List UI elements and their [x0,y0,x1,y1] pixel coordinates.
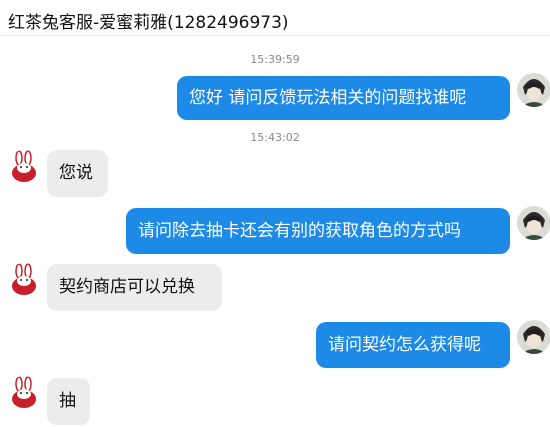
bunny-avatar[interactable] [7,376,41,410]
user-avatar[interactable] [517,73,550,107]
timestamp: 15:43:02 [250,131,300,144]
bunny-avatar[interactable] [7,150,41,184]
message-bubble-incoming[interactable]: 抽 [47,378,90,425]
message-bubble-outgoing[interactable]: 请问除去抽卡还会有别的获取角色的方式吗 [126,208,510,254]
user-avatar[interactable] [517,320,550,354]
chat-title: 红茶兔客服-爱蜜莉雅(1282496973) [8,13,289,33]
message-bubble-incoming[interactable]: 您说 [47,150,108,197]
message-bubble-outgoing[interactable]: 您好 请问反馈玩法相关的问题找谁呢 [177,76,510,120]
user-avatar[interactable] [517,206,550,240]
bunny-avatar[interactable] [7,263,41,297]
message-bubble-outgoing[interactable]: 请问契约怎么获得呢 [316,322,510,368]
timestamp: 15:39:59 [250,53,300,66]
chat-header: 红茶兔客服-爱蜜莉雅(1282496973) [0,0,550,36]
message-bubble-incoming[interactable]: 契约商店可以兑换 [47,264,222,311]
